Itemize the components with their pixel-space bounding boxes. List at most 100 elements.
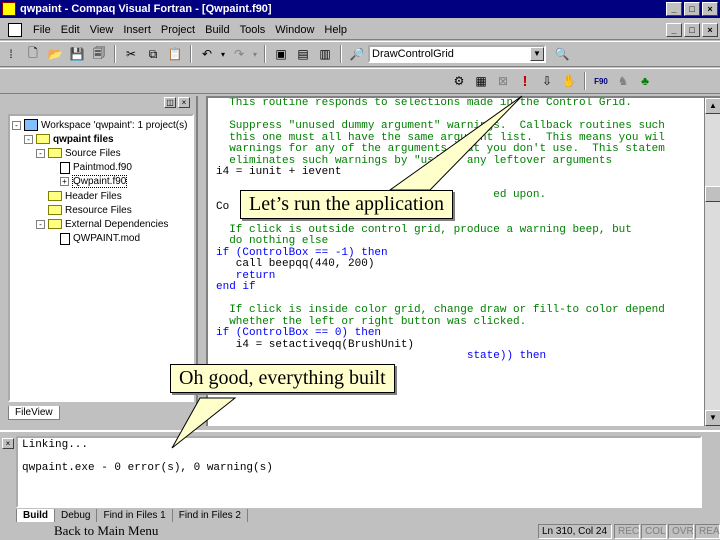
tree-label: QWPAINT.mod	[73, 233, 141, 245]
build-output[interactable]: Linking... qwpaint.exe - 0 error(s), 0 w…	[16, 436, 702, 508]
tree-row[interactable]: Resource Files	[12, 203, 190, 217]
scroll-up-icon[interactable]: ▲	[705, 98, 720, 114]
collapse-icon[interactable]: -	[36, 219, 45, 229]
chevron-down-icon[interactable]: ▼	[530, 47, 544, 61]
vertical-scrollbar[interactable]: ▲ ▼	[704, 98, 720, 426]
tree-label: Header Files	[65, 190, 122, 202]
tab-build[interactable]: Build	[16, 509, 55, 523]
menu-tools[interactable]: Tools	[235, 24, 271, 36]
menu-file[interactable]: File	[28, 24, 56, 36]
workspace-close-button[interactable]: ×	[178, 97, 190, 108]
output-window-icon[interactable]: ▤	[293, 44, 313, 64]
code-line[interactable]: call beepqq(440, 200)	[216, 258, 710, 271]
menu-help[interactable]: Help	[319, 24, 352, 36]
tree-row[interactable]: - Source Files	[12, 146, 190, 160]
menu-window[interactable]: Window	[270, 24, 319, 36]
file-icon	[60, 161, 70, 174]
minimize-button[interactable]: _	[666, 2, 682, 16]
redo-icon[interactable]: ↷	[229, 44, 249, 64]
tree-row[interactable]: + Qwpaint.f90	[12, 175, 190, 189]
compile-icon[interactable]: ⚙	[449, 71, 469, 91]
save-all-icon[interactable]: 🗐	[89, 44, 109, 64]
file-icon	[60, 232, 70, 245]
status-read: READ	[695, 524, 720, 539]
menu-view[interactable]: View	[85, 24, 119, 36]
stop-build-icon[interactable]: ⊠	[493, 71, 513, 91]
status-rec: REC	[614, 524, 640, 539]
undo-icon[interactable]: ↶	[197, 44, 217, 64]
find-icon[interactable]: 🔍	[552, 44, 572, 64]
tree-row[interactable]: - qwpaint files	[12, 132, 190, 146]
output-close-button[interactable]: ×	[2, 438, 14, 449]
cut-icon[interactable]: ✂	[121, 44, 141, 64]
scroll-down-icon[interactable]: ▼	[705, 410, 720, 426]
paste-icon[interactable]: 📋	[165, 44, 185, 64]
go-icon[interactable]: ⇩	[537, 71, 557, 91]
toolbar-separator	[190, 45, 192, 63]
tree-row[interactable]: - Workspace 'qwpaint': 1 project(s)	[12, 118, 190, 132]
tree-row[interactable]: Header Files	[12, 189, 190, 203]
tree-label: qwpaint files	[53, 133, 114, 145]
menu-edit[interactable]: Edit	[56, 24, 85, 36]
toolbar-separator	[584, 72, 586, 90]
menu-project[interactable]: Project	[156, 24, 200, 36]
menu-build[interactable]: Build	[200, 24, 234, 36]
open-folder-icon[interactable]: 📂	[45, 44, 65, 64]
function-combo[interactable]: DrawControlGrid ▼	[368, 45, 546, 63]
code-line[interactable]: This routine responds to selections made…	[216, 98, 710, 110]
code-line[interactable]: return	[216, 270, 710, 283]
workspace-restore-button[interactable]: ◫	[164, 97, 176, 108]
tree-icon[interactable]: ♣	[635, 71, 655, 91]
folder-icon	[48, 219, 62, 230]
mdi-minimize-button[interactable]: _	[666, 23, 682, 37]
document-icon[interactable]	[8, 22, 22, 37]
code-line[interactable]: Suppress "unused dummy argument" warning…	[216, 120, 710, 133]
window-list-icon[interactable]: ▥	[315, 44, 335, 64]
scroll-thumb[interactable]	[705, 186, 720, 202]
wizard-icon[interactable]: ♞	[613, 71, 633, 91]
code-line[interactable]: i4 = iunit + ievent	[216, 166, 710, 179]
close-button[interactable]: ×	[702, 2, 718, 16]
code-line[interactable]: If click is inside color grid, change dr…	[216, 304, 710, 317]
code-line[interactable]: end if	[216, 281, 710, 294]
output-line: Linking...	[22, 439, 89, 451]
status-ovr: OVR	[668, 524, 694, 539]
source-code[interactable]: This routine responds to selections made…	[216, 98, 710, 397]
tab-debug[interactable]: Debug	[54, 509, 98, 523]
expand-icon[interactable]: +	[60, 177, 69, 187]
folder-icon	[48, 148, 62, 159]
new-file-icon[interactable]: 🗋	[23, 44, 43, 64]
grip-icon: ⁞	[9, 47, 13, 61]
execute-icon[interactable]: !	[515, 71, 535, 91]
find-in-files-icon[interactable]: 🔎	[347, 44, 367, 64]
tree-label: Workspace 'qwpaint': 1 project(s)	[41, 119, 188, 131]
insert-breakpoint-icon[interactable]: ✋	[559, 71, 579, 91]
fortran-icon[interactable]: F90	[591, 71, 611, 91]
tree-row[interactable]: - External Dependencies	[12, 217, 190, 231]
workspace-window-icon[interactable]: ▣	[271, 44, 291, 64]
code-line[interactable]: if (ControlBox == 0) then	[216, 327, 710, 340]
tree-row[interactable]: Paintmod.f90	[12, 161, 190, 175]
mdi-close-button[interactable]: ×	[702, 23, 718, 37]
tree-row[interactable]: QWPAINT.mod	[12, 232, 190, 246]
copy-icon[interactable]: ⧉	[143, 44, 163, 64]
code-line[interactable]: state)) then	[216, 350, 710, 363]
save-icon[interactable]: 💾	[67, 44, 87, 64]
redo-dropdown-icon[interactable]: ▾	[251, 44, 259, 64]
tab-fileview[interactable]: FileView	[8, 406, 60, 420]
code-line[interactable]: warnings for any of the arguments that y…	[216, 143, 710, 156]
collapse-icon[interactable]: -	[24, 134, 33, 144]
build-toolbar: ⚙ ▦ ⊠ ! ⇩ ✋ F90 ♞ ♣	[0, 68, 720, 94]
code-line[interactable]: do nothing else	[216, 235, 710, 248]
menu-insert[interactable]: Insert	[118, 24, 156, 36]
mdi-restore-button[interactable]: □	[684, 23, 700, 37]
status-bar: Back to Main Menu Ln 310, Col 24 REC COL…	[0, 522, 720, 540]
collapse-icon[interactable]: -	[36, 148, 45, 158]
collapse-icon[interactable]: -	[12, 120, 21, 130]
tab-find-in-files-1[interactable]: Find in Files 1	[96, 509, 173, 523]
back-to-main-menu-link[interactable]: Back to Main Menu	[54, 523, 158, 539]
tab-find-in-files-2[interactable]: Find in Files 2	[171, 509, 248, 523]
build-icon[interactable]: ▦	[471, 71, 491, 91]
maximize-button[interactable]: □	[684, 2, 700, 16]
undo-dropdown-icon[interactable]: ▾	[219, 44, 227, 64]
